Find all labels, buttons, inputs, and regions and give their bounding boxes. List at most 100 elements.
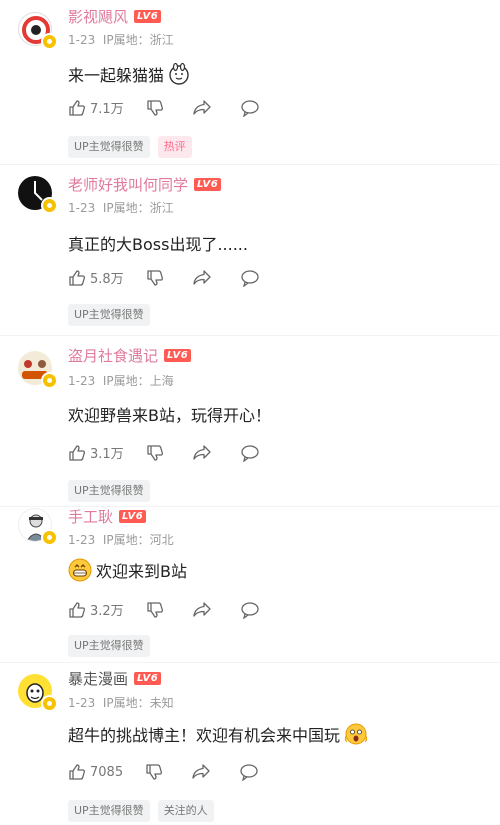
verified-badge-icon — [41, 33, 58, 50]
like-count: 3.2万 — [90, 604, 124, 619]
comment-bubble-icon — [241, 444, 259, 462]
level-badge: LV6 — [134, 10, 162, 23]
verified-badge-icon — [41, 372, 58, 389]
reply-button[interactable] — [239, 763, 259, 781]
comment-text-content: 欢迎野兽来B站，玩得开心！ — [68, 406, 271, 425]
like-button[interactable]: 7.1万 — [68, 98, 132, 117]
comment-text: 来一起躲猫猫 — [68, 62, 190, 86]
thumbs-down-icon — [147, 269, 163, 286]
divider — [0, 662, 500, 663]
comment-text: 欢迎来到B站 — [68, 558, 187, 582]
tag-up-liked: UP主觉得很赞 — [68, 800, 150, 822]
comment-date: 1-23 — [68, 201, 96, 215]
dislike-button[interactable] — [146, 601, 164, 619]
like-count: 5.8万 — [90, 272, 124, 287]
comment-date: 1-23 — [68, 533, 96, 547]
rabbit-face-emoji-icon — [169, 63, 189, 85]
comment-meta: 1-23 IP属地：河北 — [68, 531, 174, 548]
thumbs-up-icon — [69, 269, 86, 286]
tag-up-liked: UP主觉得很赞 — [68, 304, 150, 326]
tag-up-liked: UP主觉得很赞 — [68, 136, 150, 158]
ip-location: IP属地：浙江 — [102, 201, 174, 215]
avatar[interactable] — [18, 508, 58, 546]
avatar[interactable] — [18, 12, 58, 50]
username[interactable]: 盗月社食遇记 — [68, 345, 158, 366]
like-count: 3.1万 — [90, 447, 124, 462]
share-icon — [192, 764, 210, 779]
like-button[interactable]: 7085 — [68, 763, 131, 781]
comment-text-content: 超牛的挑战博主！欢迎有机会来中国玩 — [68, 726, 341, 745]
comment-meta: 1-23 IP属地：未知 — [68, 694, 174, 711]
comment-text-content: 真正的大Boss出现了...... — [68, 235, 248, 254]
dislike-button[interactable] — [146, 444, 164, 462]
reply-button[interactable] — [240, 99, 260, 117]
share-icon — [193, 269, 211, 285]
comment-text: 超牛的挑战博主！欢迎有机会来中国玩 — [68, 722, 368, 746]
thumbs-down-icon — [147, 444, 163, 461]
reply-button[interactable] — [240, 269, 260, 287]
level-badge: LV6 — [119, 510, 147, 523]
share-icon — [193, 444, 211, 460]
like-button[interactable]: 3.1万 — [68, 443, 132, 462]
thumbs-down-icon — [147, 601, 163, 618]
verified-badge-icon — [41, 197, 58, 214]
like-count: 7085 — [90, 764, 124, 780]
avatar[interactable] — [18, 674, 58, 712]
comment-bubble-icon — [241, 99, 259, 117]
comment-bubble-icon — [241, 601, 259, 619]
like-count: 7.1万 — [90, 102, 124, 117]
like-button[interactable]: 3.2万 — [68, 600, 132, 619]
share-button[interactable] — [192, 99, 212, 117]
username[interactable]: 手工耿 — [68, 506, 113, 527]
comment-text: 真正的大Boss出现了...... — [68, 231, 248, 255]
thumbs-up-icon — [69, 99, 86, 116]
comment-bubble-icon — [240, 764, 258, 781]
tag-up-liked: UP主觉得很赞 — [68, 635, 150, 657]
reply-button[interactable] — [240, 601, 260, 619]
level-badge: LV6 — [134, 672, 162, 685]
dislike-button[interactable] — [146, 99, 164, 117]
screaming-face-emoji-icon — [344, 723, 368, 745]
username[interactable]: 暴走漫画 — [68, 668, 128, 689]
thumbs-down-icon — [146, 764, 163, 780]
thumbs-down-icon — [147, 99, 163, 116]
avatar[interactable] — [18, 176, 58, 214]
tag-hot: 热评 — [157, 136, 192, 158]
comment-meta: 1-23 IP属地：浙江 — [68, 199, 174, 216]
comment-meta: 1-23 IP属地：上海 — [68, 372, 174, 389]
ip-location: IP属地：浙江 — [102, 33, 174, 47]
like-button[interactable]: 5.8万 — [68, 268, 132, 287]
share-button[interactable] — [192, 601, 212, 619]
tag-up-liked: UP主觉得很赞 — [68, 480, 150, 502]
level-badge: LV6 — [164, 349, 192, 362]
comment-meta: 1-23 IP属地：浙江 — [68, 31, 174, 48]
tag-following: 关注的人 — [157, 800, 214, 822]
verified-badge-icon — [41, 695, 58, 712]
ip-location: IP属地：上海 — [102, 374, 174, 388]
share-icon — [193, 601, 211, 617]
comment-text: 欢迎野兽来B站，玩得开心！ — [68, 402, 271, 426]
divider — [0, 335, 500, 336]
ip-location: IP属地：未知 — [102, 696, 174, 710]
share-button[interactable] — [192, 444, 212, 462]
grinning-face-emoji-icon — [68, 558, 92, 582]
share-button[interactable] — [192, 269, 212, 287]
avatar[interactable] — [18, 351, 58, 389]
share-icon — [193, 99, 211, 115]
dislike-button[interactable] — [146, 269, 164, 287]
comment-date: 1-23 — [68, 696, 96, 710]
comment-date: 1-23 — [68, 374, 96, 388]
verified-badge-icon — [41, 529, 58, 546]
username[interactable]: 老师好我叫何同学 — [68, 174, 188, 195]
comment-bubble-icon — [241, 269, 259, 287]
thumbs-up-icon — [69, 601, 86, 618]
comment-text-content: 欢迎来到B站 — [96, 562, 187, 581]
thumbs-up-icon — [69, 444, 86, 461]
share-button[interactable] — [191, 763, 211, 781]
username[interactable]: 影视飓风 — [68, 6, 128, 27]
comment-text-content: 来一起躲猫猫 — [68, 66, 165, 85]
dislike-button[interactable] — [145, 763, 163, 781]
ip-location: IP属地：河北 — [102, 533, 174, 547]
divider — [0, 164, 500, 165]
reply-button[interactable] — [240, 444, 260, 462]
